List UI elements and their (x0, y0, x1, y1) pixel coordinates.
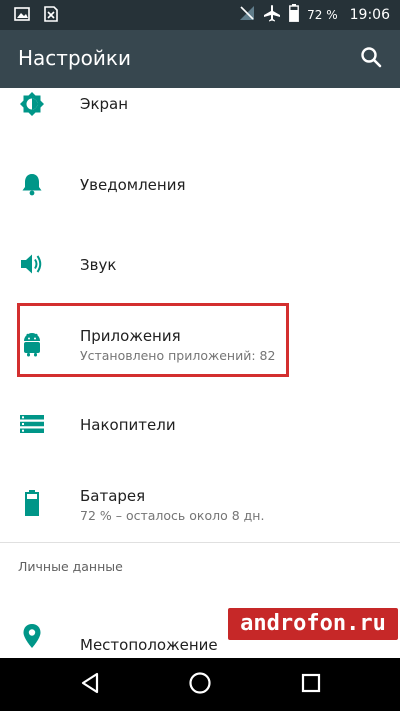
no-sim-icon (239, 5, 255, 25)
volume-icon (17, 249, 47, 279)
location-icon (17, 621, 47, 651)
settings-item-label: Звук (80, 256, 117, 274)
home-button[interactable] (186, 671, 214, 699)
sim-blocked-icon (44, 6, 58, 26)
battery-icon (17, 488, 47, 518)
search-icon (360, 46, 382, 72)
search-button[interactable] (356, 44, 386, 74)
settings-item-storage[interactable]: Накопители (0, 384, 400, 464)
settings-item-display[interactable]: Экран (0, 88, 400, 122)
settings-item-label: Батарея (80, 487, 146, 505)
recents-button[interactable] (297, 671, 325, 699)
clock: 19:06 (349, 7, 390, 23)
settings-item-subtitle: 72 % – осталось около 8 дн. (80, 508, 265, 523)
app-bar: Настройки (0, 30, 400, 88)
settings-item-label: Накопители (80, 416, 176, 434)
battery-icon (289, 4, 300, 26)
back-triangle-icon (79, 672, 101, 698)
page-title: Настройки (18, 46, 131, 70)
settings-item-notifications[interactable]: Уведомления (0, 144, 400, 224)
section-header-personal: Личные данные (18, 559, 123, 574)
settings-item-label: Экран (80, 95, 129, 113)
battery-percent: 72 % (307, 8, 338, 22)
settings-item-sound[interactable]: Звук (0, 224, 400, 304)
settings-item-label: Местоположение (80, 636, 218, 654)
section-divider (0, 542, 400, 543)
brightness-icon (17, 89, 47, 119)
home-circle-icon (188, 671, 212, 699)
navigation-bar (0, 658, 400, 711)
airplane-icon (263, 4, 281, 26)
watermark: androfon.ru (228, 608, 398, 640)
highlight-frame (17, 303, 289, 377)
recents-square-icon (301, 673, 321, 697)
settings-item-label: Уведомления (80, 176, 186, 194)
settings-item-battery[interactable]: Батарея 72 % – осталось около 8 дн. (0, 464, 400, 542)
bell-icon (17, 169, 47, 199)
storage-icon (17, 409, 47, 439)
image-icon (14, 6, 30, 26)
back-button[interactable] (76, 671, 104, 699)
status-bar: 72 % 19:06 (0, 0, 400, 30)
